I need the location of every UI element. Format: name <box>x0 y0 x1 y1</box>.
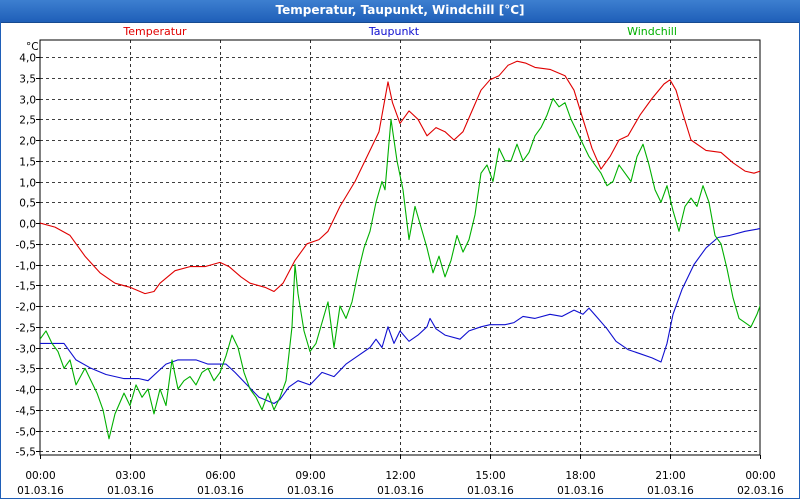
x-tick-date: 01.03.16 <box>557 485 604 497</box>
y-tick-label: 1,0 <box>19 178 36 190</box>
x-tick-time: 21:00 <box>655 470 685 482</box>
x-tick-time: 15:00 <box>475 470 505 482</box>
y-tick-label: -2,5 <box>16 323 37 335</box>
y-tick-label: -3,5 <box>16 364 37 376</box>
x-tick-date: 02.03.16 <box>737 485 784 497</box>
x-tick-date: 01.03.16 <box>647 485 694 497</box>
x-tick-time: 09:00 <box>295 470 325 482</box>
y-tick-label: 2,0 <box>19 136 36 148</box>
x-tick-time: 00:00 <box>745 470 775 482</box>
chart-svg: °C 4,0 3,5 3,0 2,5 2,0 1,5 1,0 0,5 0,0 -0,5 -1,0 -1… <box>16 25 785 497</box>
y-tick-label: 3,5 <box>19 74 36 86</box>
y-tick-label: -5,5 <box>16 447 37 459</box>
x-tick-date: 01.03.16 <box>467 485 514 497</box>
y-tick-label: 0,5 <box>19 198 36 210</box>
legend-taupunkt: Taupunkt <box>368 25 420 38</box>
y-tick-label: -5,0 <box>16 427 37 439</box>
y-tick-label: -4,5 <box>16 406 37 418</box>
y-tick-label: 1,5 <box>19 157 36 169</box>
legend: Temperatur Taupunkt Windchill <box>122 25 677 38</box>
y-tick-label: 2,5 <box>19 115 36 127</box>
x-tick-date: 01.03.16 <box>17 485 64 497</box>
legend-windchill: Windchill <box>627 25 677 38</box>
y-tick-label: 4,0 <box>19 53 36 65</box>
y-tick-label: 3,0 <box>19 95 36 107</box>
x-tick-date: 01.03.16 <box>107 485 154 497</box>
legend-temperatur: Temperatur <box>122 25 187 38</box>
y-tick-label: -1,0 <box>16 261 37 273</box>
x-tick-time: 12:00 <box>385 470 415 482</box>
x-tick-time: 03:00 <box>115 470 145 482</box>
y-tick-label: 0,0 <box>19 219 36 231</box>
y-tick-label: -2,0 <box>16 302 37 314</box>
x-tick-time: 00:00 <box>25 470 55 482</box>
plot-area <box>39 39 761 456</box>
x-tick-date: 01.03.16 <box>197 485 244 497</box>
x-tick-time: 06:00 <box>205 470 235 482</box>
y-tick-label: -1,5 <box>16 281 37 293</box>
x-tick-time: 18:00 <box>565 470 595 482</box>
y-axis-unit: °C <box>26 41 39 53</box>
x-tick-date: 01.03.16 <box>287 485 334 497</box>
y-tick-label: -0,5 <box>16 240 37 252</box>
y-tick-label: -4,0 <box>16 385 37 397</box>
y-axis: °C 4,0 3,5 3,0 2,5 2,0 1,5 1,0 0,5 0,0 -0,5 -1,0 -1… <box>16 41 40 459</box>
x-tick-date: 01.03.16 <box>377 485 424 497</box>
x-axis: 00:00 01.03.16 03:00 01.03.16 06:00 01.03.16 0… <box>17 455 784 497</box>
y-tick-label: -3,0 <box>16 344 37 356</box>
